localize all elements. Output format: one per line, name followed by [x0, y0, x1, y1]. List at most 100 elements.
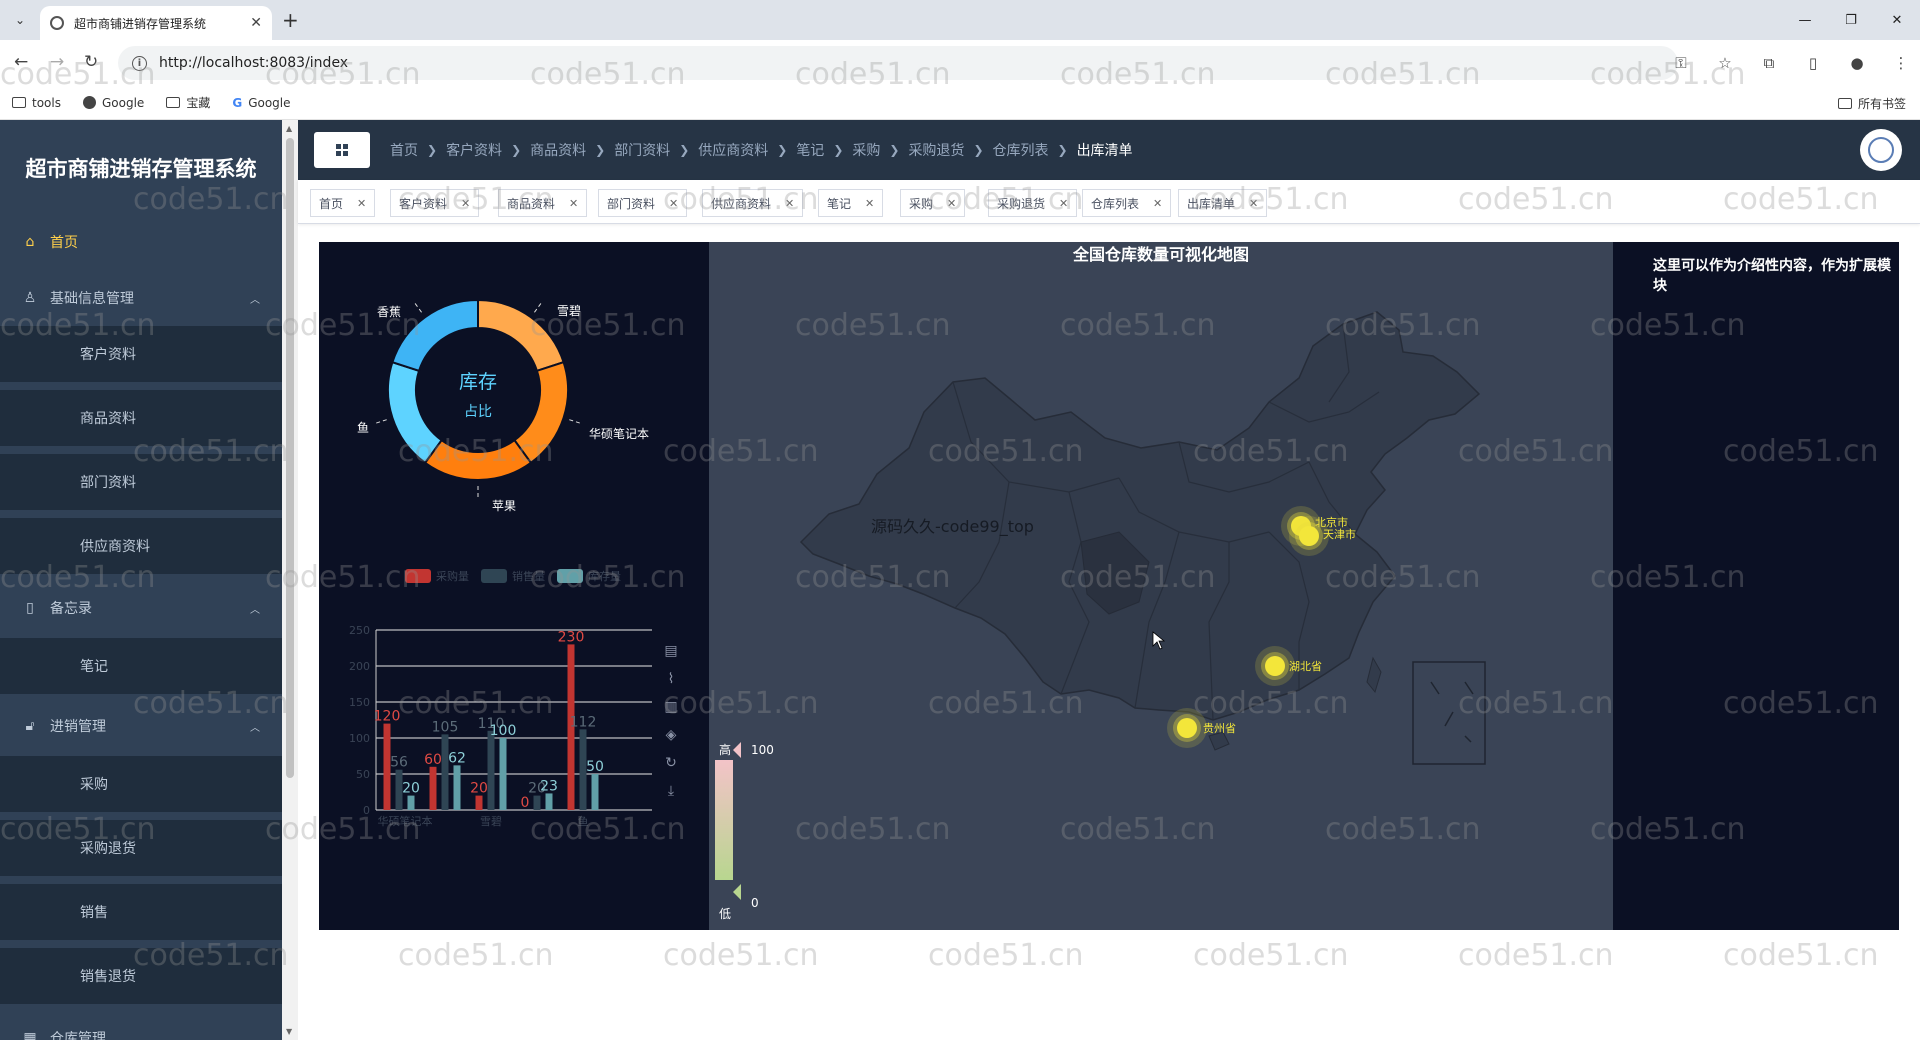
reload-icon[interactable]: ↻ — [84, 52, 98, 72]
stack-icon[interactable]: ◈ — [666, 727, 677, 743]
bar[interactable] — [499, 738, 507, 810]
map-point[interactable] — [1177, 718, 1197, 738]
forward-icon[interactable]: → — [50, 52, 64, 72]
breadcrumb-item[interactable]: 部门资料 — [614, 140, 670, 160]
tag-close-icon[interactable]: ✕ — [1249, 197, 1258, 210]
tag-item[interactable]: 采购退货 ✕ — [988, 189, 1078, 217]
scroll-up-icon[interactable]: ▲ — [286, 124, 292, 133]
menu-warehouse[interactable]: ▦ 仓库管理 ︿ — [0, 1010, 282, 1040]
breadcrumb-item[interactable]: 仓库列表 — [993, 140, 1049, 160]
bookmark-star-icon[interactable]: ☆ — [1712, 50, 1738, 76]
breadcrumb-item[interactable]: 采购退货 — [908, 140, 964, 160]
line-switch-icon[interactable]: ⌇ — [668, 671, 675, 687]
bookmark-google-2[interactable]: G Google — [232, 96, 290, 110]
tag-close-icon[interactable]: ✕ — [357, 197, 366, 210]
submenu-purchase-return[interactable]: 采购退货 — [0, 820, 282, 876]
legend-swatch[interactable] — [481, 569, 507, 583]
tag-item[interactable]: 首页 ✕ — [310, 189, 376, 217]
bookmark-treasure[interactable]: 宝藏 — [166, 94, 210, 111]
all-bookmarks[interactable]: 所有书签 — [1837, 95, 1906, 112]
tag-close-icon[interactable]: ✕ — [461, 197, 470, 210]
bar[interactable] — [407, 795, 415, 810]
tag-item[interactable]: 供应商资料 ✕ — [702, 189, 804, 217]
avatar[interactable] — [1860, 129, 1902, 171]
tag-close-icon[interactable]: ✕ — [569, 197, 578, 210]
tag-close-icon[interactable]: ✕ — [947, 197, 956, 210]
bar[interactable] — [429, 766, 437, 810]
data-view-icon[interactable]: ▤ — [664, 643, 677, 659]
submenu-goods[interactable]: 商品资料 — [0, 390, 282, 446]
visual-map-handle-top[interactable] — [733, 742, 741, 758]
back-icon[interactable]: ← — [14, 52, 28, 72]
legend-swatch[interactable] — [557, 569, 583, 583]
side-panel-icon[interactable]: ▯ — [1800, 50, 1826, 76]
tag-close-icon[interactable]: ✕ — [865, 197, 874, 210]
map-point[interactable] — [1299, 526, 1319, 546]
sidebar-scrollbar[interactable]: ▲ ▼ — [282, 120, 298, 1040]
tag-close-icon[interactable]: ✕ — [669, 197, 678, 210]
close-tab-icon[interactable]: ✕ — [250, 15, 262, 31]
legend-label[interactable]: 采购量 — [436, 569, 469, 583]
bar[interactable] — [545, 793, 553, 810]
china-map-shape[interactable] — [799, 311, 1481, 721]
donut-slice[interactable] — [391, 298, 479, 373]
breadcrumb-item[interactable]: 首页 — [390, 140, 418, 160]
restore-icon[interactable]: ❐ — [1828, 0, 1874, 40]
bar-switch-icon[interactable]: ▥ — [664, 699, 677, 715]
tag-item[interactable]: 部门资料 ✕ — [598, 189, 688, 217]
submenu-sales-return[interactable]: 销售退货 — [0, 948, 282, 1004]
bar[interactable] — [533, 795, 541, 810]
breadcrumb-item[interactable]: 笔记 — [796, 140, 824, 160]
bookmark-tools[interactable]: tools — [12, 96, 61, 110]
more-menu-icon[interactable]: ⋮ — [1888, 50, 1914, 76]
donut-slice[interactable] — [387, 360, 443, 465]
menu-memo[interactable]: ▯ 备忘录 ︿ — [0, 580, 282, 636]
scrollbar-thumb[interactable] — [286, 138, 294, 778]
legend-label[interactable]: 销售量 — [512, 569, 545, 583]
bar[interactable] — [591, 774, 599, 810]
breadcrumb-item[interactable]: 供应商资料 — [698, 140, 768, 160]
tag-item[interactable]: 客户资料 ✕ — [390, 189, 480, 217]
legend-swatch[interactable] — [405, 569, 431, 583]
tag-item[interactable]: 采购 ✕ — [900, 189, 966, 217]
bar[interactable] — [475, 795, 483, 810]
donut-slice[interactable] — [477, 298, 565, 373]
key-icon[interactable]: ⚿ — [1668, 50, 1694, 76]
breadcrumb-item[interactable]: 客户资料 — [446, 140, 502, 160]
submenu-department[interactable]: 部门资料 — [0, 454, 282, 510]
bar[interactable] — [453, 765, 461, 810]
tag-item[interactable]: 商品资料 ✕ — [498, 189, 588, 217]
submenu-customer[interactable]: 客户资料 — [0, 326, 282, 382]
address-bar[interactable]: i http://localhost:8083/index — [118, 46, 1678, 80]
submenu-sales[interactable]: 销售 — [0, 884, 282, 940]
browser-tab[interactable]: 超市商铺进销存管理系统 ✕ — [40, 6, 272, 40]
close-window-icon[interactable]: ✕ — [1874, 0, 1920, 40]
bar[interactable] — [441, 734, 449, 810]
new-tab-button[interactable]: + — [282, 8, 299, 32]
restore-icon[interactable]: ↻ — [665, 755, 677, 771]
breadcrumb-item[interactable]: 采购 — [852, 140, 880, 160]
visual-map-bar[interactable] — [715, 760, 733, 880]
tag-close-icon[interactable]: ✕ — [1153, 197, 1162, 210]
menu-home[interactable]: ⌂ 首页 — [0, 214, 282, 270]
minimize-icon[interactable]: — — [1782, 0, 1828, 40]
menu-trade[interactable]: 🔓︎ 进销管理 ︿ — [0, 698, 282, 754]
visual-map-handle-bottom[interactable] — [733, 884, 741, 900]
tag-item[interactable]: 笔记 ✕ — [818, 189, 884, 217]
bookmark-google-1[interactable]: Google — [82, 96, 144, 110]
tag-close-icon[interactable]: ✕ — [1059, 197, 1068, 210]
menu-basic-info[interactable]: ♙ 基础信息管理 ︿ — [0, 270, 282, 326]
site-info-icon[interactable]: i — [132, 55, 147, 71]
tab-search-button[interactable]: ⌄ — [8, 8, 32, 32]
save-image-icon[interactable]: ⤓ — [668, 783, 674, 799]
tag-close-icon[interactable]: ✕ — [785, 197, 794, 210]
sidebar-toggle-button[interactable] — [314, 132, 370, 168]
extensions-icon[interactable]: ⧉ — [1756, 50, 1782, 76]
submenu-supplier[interactable]: 供应商资料 — [0, 518, 282, 574]
donut-slice[interactable] — [513, 360, 569, 465]
tag-item[interactable]: 仓库列表 ✕ — [1082, 189, 1172, 217]
scroll-down-icon[interactable]: ▼ — [286, 1027, 292, 1036]
profile-icon[interactable]: ● — [1844, 50, 1870, 76]
submenu-notes[interactable]: 笔记 — [0, 638, 282, 694]
donut-slice[interactable] — [423, 438, 533, 481]
